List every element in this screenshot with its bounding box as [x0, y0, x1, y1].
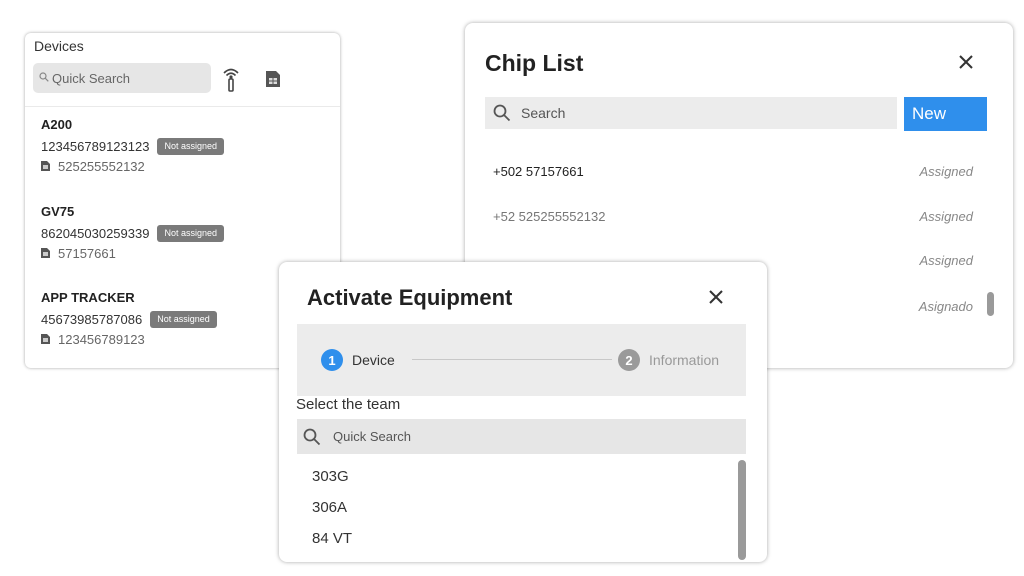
devices-search-input[interactable]: Quick Search [33, 63, 211, 93]
device-imei: 123456789123123 [41, 138, 150, 154]
device-item[interactable]: A200 123456789123123 Not assigned 525255… [41, 117, 321, 175]
device-imei: 45673985787086 [41, 311, 143, 327]
device-name: A200 [41, 117, 73, 132]
devices-search-placeholder: Quick Search [52, 70, 131, 86]
select-team-label: Select the team [296, 396, 401, 413]
team-search-input[interactable]: Quick Search [297, 419, 746, 454]
tower-icon[interactable] [221, 66, 241, 92]
chip-status: Asignado [918, 298, 973, 314]
chip-status: Assigned [919, 252, 973, 268]
device-name: GV75 [41, 204, 75, 219]
chip-list-scrollbar[interactable] [987, 292, 994, 316]
stepper: 1 Device 2 Information [297, 324, 746, 396]
chip-search-input[interactable]: Search [485, 97, 897, 129]
activate-title: Activate Equipment [307, 285, 513, 310]
close-icon[interactable] [956, 52, 976, 72]
team-item[interactable]: 303G [312, 468, 349, 485]
device-sim-number: 123456789123 [58, 331, 145, 347]
chip-search-placeholder: Search [521, 105, 566, 121]
chip-number: +502 57157661 [493, 163, 584, 179]
step-2-circle[interactable]: 2 [618, 349, 640, 371]
team-item[interactable]: 84 VT [312, 530, 352, 547]
chip-row[interactable]: +502 57157661 Assigned [493, 160, 973, 182]
search-icon [493, 104, 511, 122]
chip-status: Assigned [919, 163, 973, 179]
step-connector [412, 359, 612, 360]
close-icon[interactable] [707, 288, 725, 306]
device-imei: 862045030259339 [41, 225, 150, 241]
chip-number: +52 525255552132 [493, 208, 606, 224]
device-sim-number: 525255552132 [58, 158, 145, 174]
sim-card-icon [41, 161, 50, 171]
step-1-circle[interactable]: 1 [321, 349, 343, 371]
team-list-scrollbar[interactable] [738, 460, 746, 560]
device-sim-number: 57157661 [58, 245, 116, 261]
chip-status: Assigned [919, 208, 973, 224]
devices-title: Devices [34, 38, 84, 54]
step-1-label[interactable]: Device [352, 352, 395, 368]
step-2-label[interactable]: Information [649, 352, 719, 368]
team-search-placeholder: Quick Search [333, 429, 412, 444]
chip-list-title: Chip List [485, 50, 584, 76]
activate-equipment-dialog: Activate Equipment 1 Device 2 Informatio… [279, 262, 767, 562]
sim-card-icon [41, 334, 50, 344]
sim-card-icon [41, 248, 50, 258]
device-item[interactable]: GV75 862045030259339 Not assigned 571576… [41, 204, 321, 262]
status-badge: Not assigned [157, 224, 224, 242]
new-button[interactable]: New [904, 97, 987, 131]
sim-card-icon[interactable] [265, 70, 281, 88]
search-icon [303, 428, 321, 445]
status-badge: Not assigned [150, 310, 217, 328]
status-badge: Not assigned [157, 137, 224, 155]
devices-divider [25, 106, 340, 107]
team-item[interactable]: 306A [312, 499, 347, 516]
search-icon [39, 71, 49, 85]
chip-row[interactable]: +52 525255552132 Assigned [493, 205, 973, 227]
